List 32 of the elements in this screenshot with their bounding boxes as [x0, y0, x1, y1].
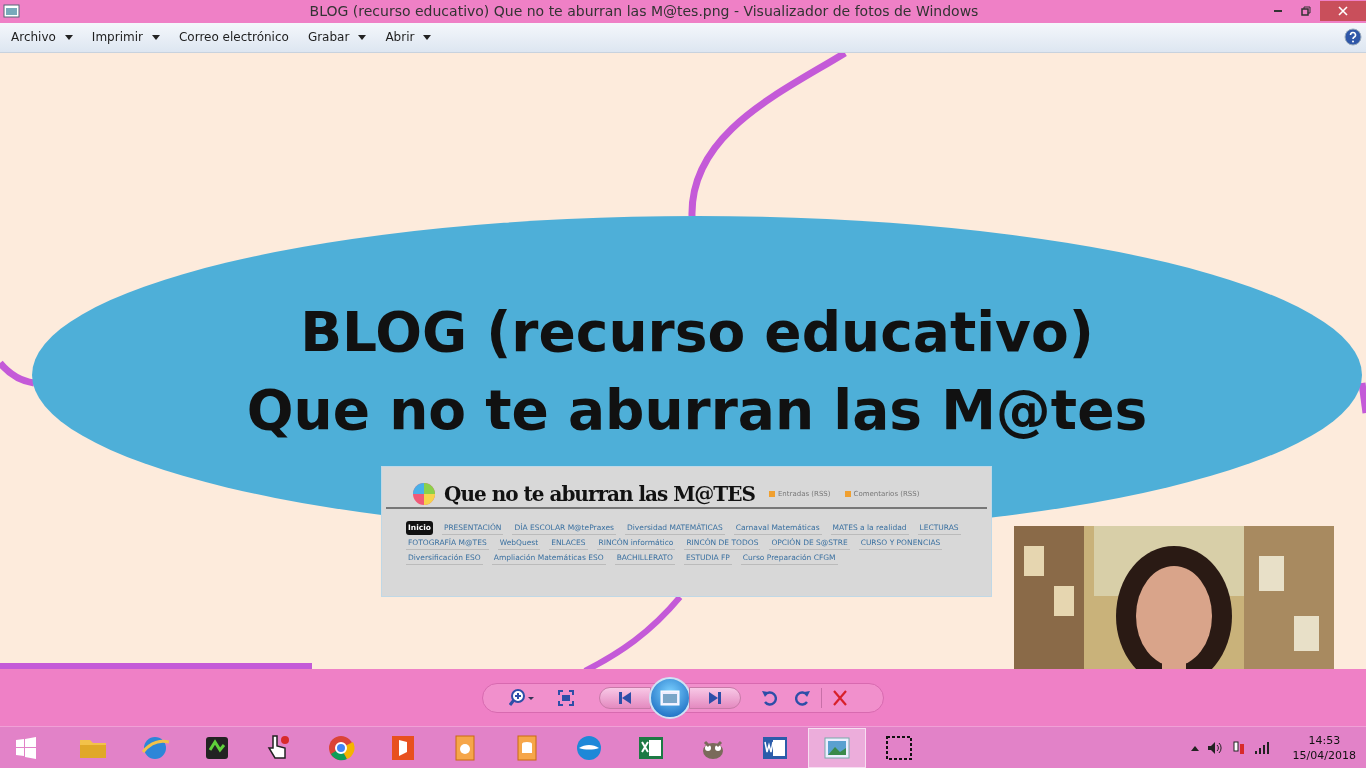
- restore-icon: [1300, 5, 1312, 18]
- next-button[interactable]: [689, 686, 741, 709]
- branch-line: [0, 360, 35, 387]
- speaker-icon[interactable]: [1206, 740, 1223, 755]
- window-title: BLOG (recurso educativo) Que no te aburran las M@tes.png - Visualizador de fotos de Windows: [308, 3, 980, 20]
- windows-logo-icon: [15, 736, 37, 759]
- close-icon: [1337, 5, 1349, 18]
- close-button[interactable]: [1320, 1, 1366, 22]
- blog-title: Que no te aburran las M@TES: [444, 481, 755, 506]
- menu-item[interactable]: Correo electrónico: [171, 26, 296, 49]
- menu-item[interactable]: Archivo: [4, 26, 80, 49]
- node-title: BLOG (recurso educativo): [300, 298, 1094, 366]
- previous-button[interactable]: [599, 686, 651, 709]
- minimize-icon: [1272, 10, 1284, 13]
- menu-item[interactable]: Grabar: [300, 26, 374, 49]
- menu-item[interactable]: Abrir: [378, 26, 439, 49]
- delete-icon: [832, 688, 848, 707]
- signal-icon[interactable]: [1254, 741, 1269, 754]
- branch-line: [1358, 382, 1366, 414]
- clock-time: 14:53: [1308, 732, 1341, 748]
- logo-icon: [412, 481, 436, 506]
- rotate-right-icon: [795, 688, 811, 707]
- clock-date: 15/04/2018: [1292, 747, 1356, 763]
- rotate-left-icon: [761, 688, 777, 707]
- slideshow-button[interactable]: [649, 676, 691, 719]
- zoom-icon: [509, 688, 535, 707]
- slideshow-icon: [660, 688, 680, 707]
- menu-item[interactable]: Imprimir: [84, 26, 167, 49]
- node-title: Que no te aburran las M@tes: [246, 376, 1148, 444]
- help-icon[interactable]: [1344, 28, 1362, 47]
- up-arrow-icon[interactable]: [1190, 744, 1199, 751]
- fit-icon: [557, 688, 575, 707]
